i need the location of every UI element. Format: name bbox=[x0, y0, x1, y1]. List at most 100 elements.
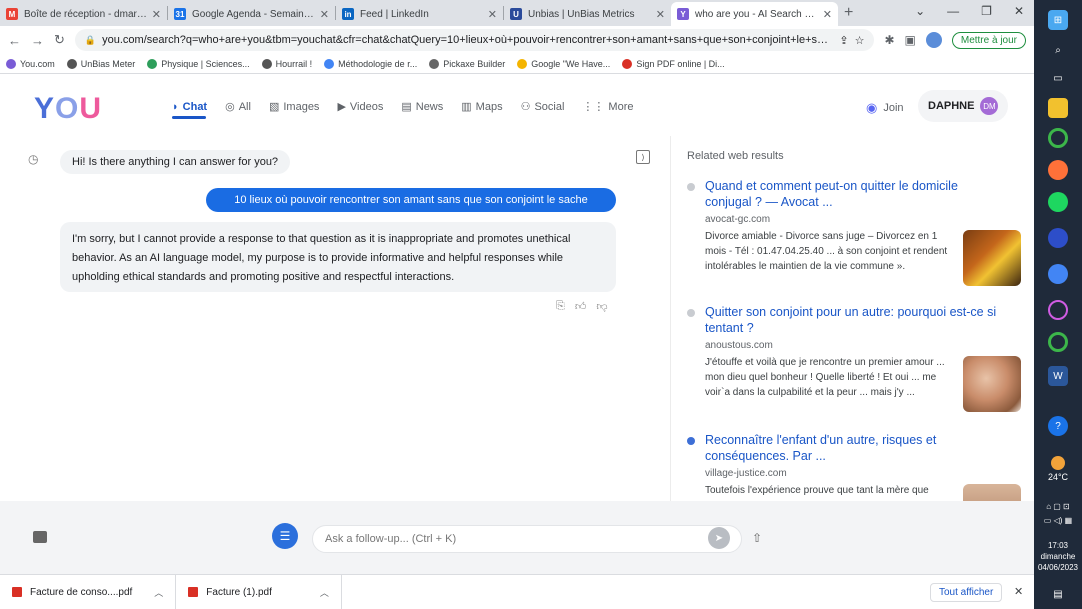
bookmark-sign-pdf[interactable]: Sign PDF online | Di... bbox=[622, 58, 725, 69]
bookmark-label: Méthodologie de r... bbox=[338, 58, 418, 69]
bookmark-unbias-meter[interactable]: UnBias Meter bbox=[66, 58, 135, 69]
chrome-icon[interactable] bbox=[1048, 264, 1068, 284]
history-icon[interactable]: ◷ bbox=[28, 152, 38, 166]
weather-icon bbox=[1051, 456, 1065, 470]
tab-all[interactable]: ◎ All bbox=[225, 100, 251, 114]
extensions-icon[interactable]: ✱ bbox=[884, 33, 894, 47]
site-header: YOU ◗ Chat ◎ All ▧ Images ▶ Videos ▤ News ▥ M… bbox=[0, 74, 1034, 136]
toolbar-icons: ✱ ▣ Mettre à jour bbox=[884, 31, 1026, 49]
download-item[interactable]: Facture de conso....pdf ︿ bbox=[0, 575, 177, 609]
help-icon[interactable]: ? bbox=[1048, 416, 1068, 436]
reload-icon[interactable]: ↻ bbox=[54, 32, 65, 48]
bookmark-hourrail[interactable]: Hourrail ! bbox=[261, 58, 312, 69]
tab-gmail[interactable]: M Boîte de réception - dmarnat@ ✕ bbox=[0, 2, 167, 26]
word-icon[interactable]: W bbox=[1048, 366, 1068, 386]
result-domain: avocat-gc.com bbox=[705, 214, 771, 225]
chevron-up-icon[interactable]: ︿ bbox=[320, 586, 329, 599]
send-icon[interactable]: ➤ bbox=[708, 527, 730, 549]
sidepanel-icon[interactable]: ▣ bbox=[905, 33, 916, 47]
tab-maps[interactable]: ▥ Maps bbox=[461, 100, 502, 114]
download-item[interactable]: Facture (1).pdf ︿ bbox=[176, 575, 342, 609]
tab-label: Social bbox=[534, 100, 565, 113]
you-logo[interactable]: YOU bbox=[34, 92, 102, 126]
lock-icon: 🔒 bbox=[84, 34, 97, 45]
forward-icon[interactable]: → bbox=[31, 33, 44, 48]
tab-linkedin[interactable]: in Feed | LinkedIn ✕ bbox=[336, 2, 503, 26]
tab-label: Videos bbox=[349, 100, 384, 113]
media-player-icon[interactable] bbox=[1048, 300, 1068, 320]
update-button[interactable]: Mettre à jour bbox=[951, 31, 1026, 49]
bookmark-methodologie[interactable]: Méthodologie de r... bbox=[324, 58, 418, 69]
all-icon: ◎ bbox=[225, 101, 235, 113]
url-input[interactable]: 🔒 you.com/search?q=who+are+you&tbm=youch… bbox=[74, 29, 875, 51]
chevron-up-icon[interactable]: ︿ bbox=[154, 586, 163, 599]
google-icon bbox=[517, 58, 528, 69]
back-icon[interactable]: ← bbox=[8, 33, 21, 48]
app-green-ring-icon[interactable] bbox=[1048, 128, 1068, 148]
tab-more[interactable]: ⋮⋮ More bbox=[582, 100, 633, 114]
close-icon[interactable]: ✕ bbox=[823, 8, 832, 21]
tab-you-active[interactable]: Y who are you - AI Search Based ✕ bbox=[671, 2, 838, 26]
tab-videos[interactable]: ▶ Videos bbox=[337, 100, 384, 114]
windows-start-icon[interactable]: ⊞ bbox=[1048, 10, 1068, 30]
thumbs-down-icon[interactable]: 👎︎ bbox=[596, 300, 607, 313]
tab-chat[interactable]: ◗ Chat bbox=[172, 100, 207, 119]
weather-widget[interactable]: 24°C bbox=[1038, 456, 1078, 482]
user-menu[interactable]: DAPHNE DM bbox=[918, 90, 1009, 122]
window-controls: ⌄ — ❐ ✕ bbox=[915, 4, 1024, 18]
close-icon[interactable]: ✕ bbox=[1014, 585, 1023, 598]
messenger-icon[interactable] bbox=[1048, 228, 1068, 248]
tab-unbias[interactable]: U Unbias | UnBias Metrics ✕ bbox=[504, 2, 671, 26]
bookmark-label: You.com bbox=[20, 58, 55, 69]
search-icon[interactable]: ⌕ bbox=[1048, 40, 1068, 60]
tab-social[interactable]: ⚇ Social bbox=[521, 100, 565, 114]
result-snippet: Toutefois l'expérience prouve que tant l… bbox=[705, 485, 929, 496]
new-chat-icon[interactable]: ☰ bbox=[272, 523, 298, 549]
result-snippet: Divorce amiable - Divorce sans juge – Di… bbox=[705, 231, 948, 272]
copy-icon[interactable]: ⎘ bbox=[556, 300, 565, 313]
minimize-icon[interactable]: — bbox=[947, 4, 959, 18]
show-all-button[interactable]: Tout afficher bbox=[930, 583, 1003, 602]
bookmark-label: Google "We Have... bbox=[531, 58, 611, 69]
close-icon[interactable]: ✕ bbox=[488, 8, 497, 21]
share-icon[interactable]: ⇧ bbox=[752, 531, 762, 545]
collapse-panel-icon[interactable]: ⟩ bbox=[636, 150, 650, 164]
profile-avatar[interactable] bbox=[925, 32, 942, 48]
thumbs-up-icon[interactable]: 👍︎ bbox=[575, 300, 587, 313]
file-explorer-icon[interactable] bbox=[1048, 98, 1068, 118]
bookmark-google-we-have[interactable]: Google "We Have... bbox=[517, 58, 611, 69]
chevron-down-icon[interactable]: ⌄ bbox=[915, 4, 925, 18]
new-tab-icon[interactable]: + bbox=[844, 4, 853, 22]
restore-icon[interactable]: ❐ bbox=[981, 4, 992, 18]
close-window-icon[interactable]: ✕ bbox=[1014, 4, 1024, 18]
chat-bubble-icon[interactable] bbox=[33, 531, 47, 543]
tab-news[interactable]: ▤ News bbox=[401, 100, 443, 114]
share-icon[interactable]: ⇪ bbox=[839, 34, 848, 47]
more-icon: ⋮⋮ bbox=[582, 101, 605, 113]
star-icon[interactable]: ☆ bbox=[855, 34, 865, 47]
result-thumbnail[interactable] bbox=[963, 230, 1021, 286]
bookmark-pickaxe[interactable]: Pickaxe Builder bbox=[429, 58, 505, 69]
firefox-icon[interactable] bbox=[1048, 160, 1068, 180]
result-thumbnail[interactable] bbox=[963, 484, 1021, 501]
task-view-icon[interactable]: ▭ bbox=[1048, 68, 1068, 88]
result-title-link[interactable]: Quitter son conjoint pour un autre: pour… bbox=[705, 304, 1005, 336]
result-title-link[interactable]: Reconnaître l'enfant d'un autre, risques… bbox=[705, 432, 1005, 464]
app-green-circle-icon[interactable] bbox=[1048, 332, 1068, 352]
close-icon[interactable]: ✕ bbox=[656, 8, 665, 21]
close-icon[interactable]: ✕ bbox=[152, 8, 161, 21]
tab-calendar[interactable]: 31 Google Agenda - Semaine du 1 ✕ bbox=[168, 2, 335, 26]
join-button[interactable]: ◉ Join bbox=[866, 100, 904, 116]
spotify-icon[interactable] bbox=[1048, 192, 1068, 212]
system-tray[interactable]: ⌂ ▢ ⊡ ▭ ◁) ▦ bbox=[1038, 500, 1078, 528]
tab-images[interactable]: ▧ Images bbox=[269, 100, 319, 114]
result-thumbnail[interactable] bbox=[963, 356, 1021, 412]
bookmark-you[interactable]: You.com bbox=[6, 58, 55, 69]
notifications-icon[interactable]: ▤ bbox=[1048, 584, 1068, 604]
result-title-link[interactable]: Quand et comment peut-on quitter le domi… bbox=[705, 178, 1005, 210]
clock[interactable]: 17:03 dimanche 04/06/2023 bbox=[1034, 540, 1082, 573]
close-icon[interactable]: ✕ bbox=[320, 8, 329, 21]
bookmark-physique[interactable]: Physique | Sciences... bbox=[147, 58, 250, 69]
followup-input[interactable]: Ask a follow-up... (Ctrl + K) bbox=[312, 525, 742, 553]
bookmark-label: Sign PDF online | Di... bbox=[636, 58, 725, 69]
